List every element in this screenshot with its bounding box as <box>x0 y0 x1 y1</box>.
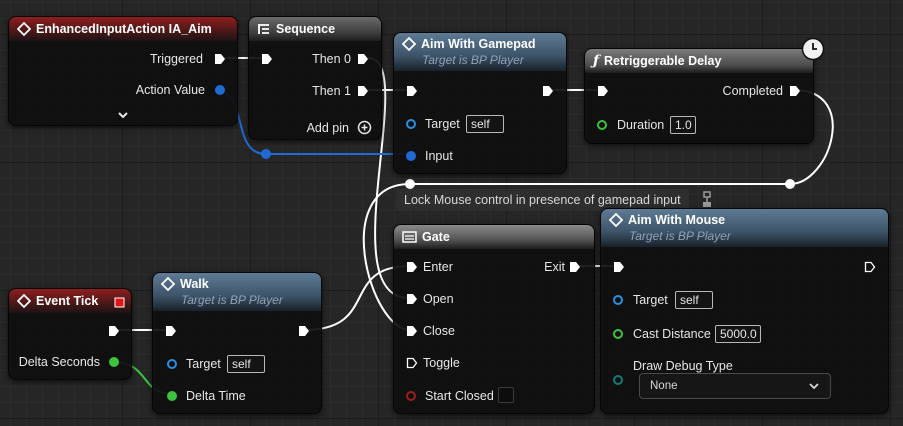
function-diamond-icon <box>161 277 175 291</box>
event-diamond-icon <box>17 22 31 36</box>
node-title: Gate <box>422 230 450 244</box>
exec-out-pin-exit[interactable] <box>569 261 581 273</box>
cast-distance-field[interactable]: 5000.0 <box>715 325 761 343</box>
pin-label-then-1: Then 1 <box>312 84 351 98</box>
walk-node[interactable]: Walk Target is BP Player Target self Del… <box>152 272 322 414</box>
pin-label-open: Open <box>423 292 454 306</box>
start-closed-pin[interactable] <box>406 391 416 401</box>
pin-label-start-closed: Start Closed <box>425 389 494 403</box>
exec-out-pin[interactable] <box>357 53 369 65</box>
exec-out-pin[interactable] <box>789 85 801 97</box>
function-f-icon: ƒ <box>593 53 600 69</box>
node-subtitle: Target is BP Player <box>422 53 524 67</box>
pin-label-triggered: Triggered <box>149 52 203 66</box>
pin-label-input: Input <box>425 149 453 163</box>
exec-in-pin[interactable] <box>261 53 273 65</box>
pin-label-delta-time: Delta Time <box>186 389 246 403</box>
exec-out-pin[interactable] <box>864 261 876 273</box>
exec-out-pin[interactable] <box>357 85 369 97</box>
pin-label-enter: Enter <box>423 260 453 274</box>
event-tick-node[interactable]: Event Tick Delta Seconds <box>8 288 132 380</box>
exec-in-pin-close[interactable] <box>406 325 418 337</box>
exec-in-pin[interactable] <box>613 261 625 273</box>
node-title: Sequence <box>276 22 336 36</box>
sequence-node[interactable]: Sequence Then 0 Then 1 Add pin <box>248 16 382 140</box>
exec-in-pin-enter[interactable] <box>406 261 418 273</box>
node-title: Event Tick <box>36 294 99 308</box>
pin-label-then-0: Then 0 <box>312 52 351 66</box>
target-self-field[interactable]: self <box>675 291 713 309</box>
node-subtitle: Target is BP Player <box>629 229 731 243</box>
event-diamond-icon <box>17 294 31 308</box>
clock-icon <box>801 37 825 66</box>
target-self-field[interactable]: self <box>227 355 265 373</box>
target-self-field[interactable]: self <box>466 115 504 133</box>
pin-label-toggle: Toggle <box>423 356 460 370</box>
pin-label-action-value: Action Value <box>135 83 205 97</box>
aim-with-gamepad-node[interactable]: Aim With Gamepad Target is BP Player Tar… <box>393 32 567 174</box>
pin-label-close: Close <box>423 324 455 338</box>
add-pin-label[interactable]: Add pin <box>307 120 349 136</box>
input-pin[interactable] <box>406 151 416 161</box>
add-pin-icon[interactable] <box>357 120 372 140</box>
input-action-node[interactable]: EnhancedInputAction IA_Aim Triggered Act… <box>8 16 238 126</box>
duration-pin[interactable] <box>597 120 607 130</box>
cast-distance-pin[interactable] <box>613 329 623 339</box>
dropdown-value: None <box>650 380 678 392</box>
comment-text: Lock Mouse control in presence of gamepa… <box>404 193 681 207</box>
pin-label-duration: Duration <box>617 118 665 132</box>
target-pin[interactable] <box>613 295 623 305</box>
function-diamond-icon <box>609 213 623 227</box>
pin-label-target: Target <box>186 357 221 371</box>
exec-out-pin[interactable] <box>214 53 226 65</box>
exec-in-pin-open[interactable] <box>406 293 418 305</box>
delta-time-pin[interactable] <box>167 391 177 401</box>
gate-macro-icon <box>402 231 417 243</box>
chevron-down-icon[interactable] <box>117 107 129 125</box>
duration-field[interactable]: 1.0 <box>670 116 696 134</box>
pin-label-target: Target <box>425 117 460 131</box>
pin-label-delta-seconds: Delta Seconds <box>18 355 100 369</box>
node-title: EnhancedInputAction IA_Aim <box>36 22 212 36</box>
exec-out-pin[interactable] <box>108 325 120 337</box>
delegate-square-icon[interactable] <box>114 295 125 313</box>
chevron-down-icon <box>808 374 820 407</box>
target-pin[interactable] <box>167 359 177 369</box>
draw-debug-type-pin[interactable] <box>613 375 623 385</box>
pin-label-draw-debug-type: Draw Debug Type <box>633 359 733 373</box>
pin-label-target: Target <box>633 293 668 307</box>
aim-with-mouse-node[interactable]: Aim With Mouse Target is BP Player Targe… <box>600 208 889 414</box>
exec-in-pin[interactable] <box>165 325 177 337</box>
start-closed-checkbox[interactable] <box>498 387 514 403</box>
retriggerable-delay-node[interactable]: ƒ Retriggerable Delay Completed Duration … <box>584 37 825 144</box>
function-diamond-icon <box>402 37 416 51</box>
draw-debug-type-dropdown[interactable]: None <box>639 373 831 399</box>
node-title: Retriggerable Delay <box>604 54 722 68</box>
target-pin[interactable] <box>406 119 416 129</box>
node-subtitle: Target is BP Player <box>181 293 283 307</box>
node-title: Aim With Mouse <box>628 213 726 227</box>
pin-label-cast-distance: Cast Distance <box>633 327 711 341</box>
node-title: Aim With Gamepad <box>421 37 536 51</box>
exec-out-pin[interactable] <box>542 85 554 97</box>
pin-label-completed: Completed <box>722 84 783 98</box>
exec-in-pin-toggle[interactable] <box>406 357 418 369</box>
node-title: Walk <box>180 277 209 291</box>
gate-node[interactable]: Gate Enter Exit Open Close Toggle Start … <box>393 224 595 414</box>
delta-seconds-pin[interactable] <box>109 357 119 367</box>
exec-out-pin[interactable] <box>298 325 310 337</box>
exec-in-pin[interactable] <box>597 85 609 97</box>
exec-in-pin[interactable] <box>406 85 418 97</box>
action-value-pin[interactable] <box>215 85 225 95</box>
pin-label-exit: Exit <box>544 260 565 274</box>
sequence-icon <box>257 22 271 36</box>
